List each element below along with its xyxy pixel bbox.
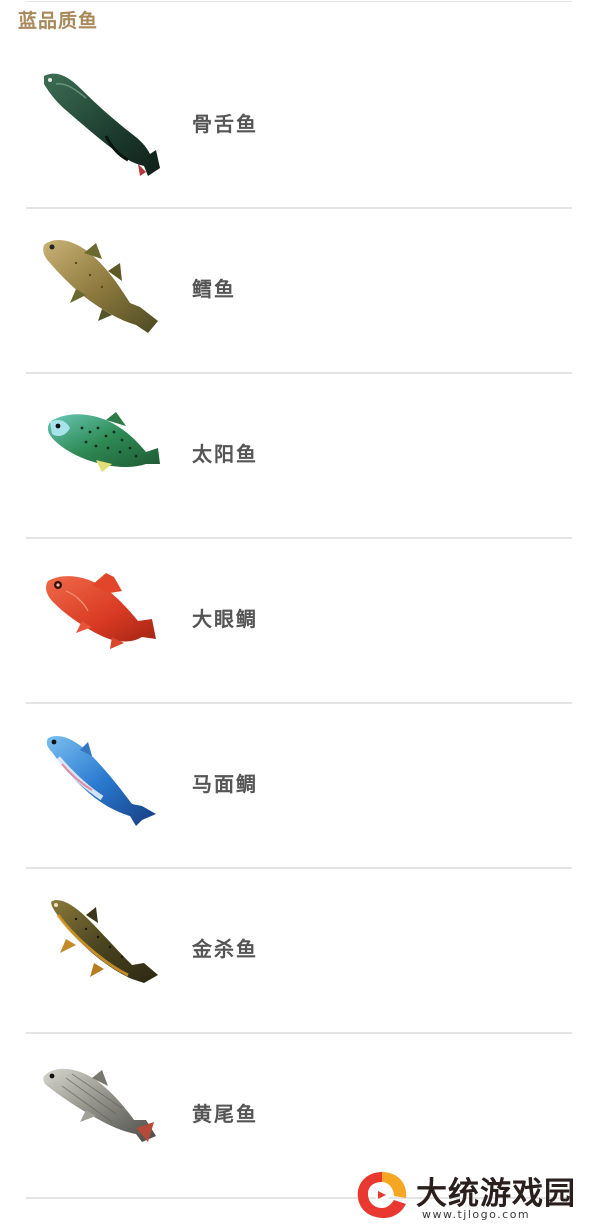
site-watermark: 大统游戏园 www.tjlogo.com (350, 1166, 596, 1222)
sunfish-image (47, 412, 161, 472)
cod-fish-image (43, 240, 158, 333)
yellowtail-fish-image (43, 1068, 156, 1142)
fish-name: 金杀鱼 (192, 937, 258, 961)
fish-name: 马面鲷 (192, 772, 258, 796)
page: 蓝品质鱼 骨舌鱼 鳕鱼 太阳鱼 大眼鲷 马面鲷 金杀鱼 黄尾鱼 大统游戏园 ww… (0, 0, 600, 1228)
fish-name: 黄尾鱼 (192, 1102, 258, 1126)
fish-name: 大眼鲷 (192, 607, 258, 631)
fish-item: 骨舌鱼 (0, 44, 600, 209)
fish-name: 太阳鱼 (192, 442, 258, 466)
fish-item: 太阳鱼 (0, 374, 600, 539)
fish-item: 金杀鱼 (0, 869, 600, 1034)
site-logo-icon (357, 1172, 407, 1218)
fish-name: 鳕鱼 (192, 277, 236, 301)
golden-trout-image (51, 900, 158, 983)
site-name: 大统游戏园 (416, 1176, 576, 1212)
fish-item: 大眼鲷 (0, 539, 600, 704)
fish-item: 马面鲷 (0, 704, 600, 869)
section-title: 蓝品质鱼 (18, 10, 99, 32)
fish-list: 骨舌鱼 鳕鱼 太阳鱼 大眼鲷 马面鲷 金杀鱼 黄尾鱼 (0, 44, 600, 1199)
horseface-bream-image (46, 735, 156, 826)
fish-item: 鳕鱼 (0, 209, 600, 374)
site-url: www.tjlogo.com (422, 1208, 531, 1221)
bigeye-snapper-image (46, 573, 156, 649)
arowana-fish-image (44, 73, 160, 176)
fish-name: 骨舌鱼 (192, 112, 258, 136)
top-divider (26, 1, 572, 2)
